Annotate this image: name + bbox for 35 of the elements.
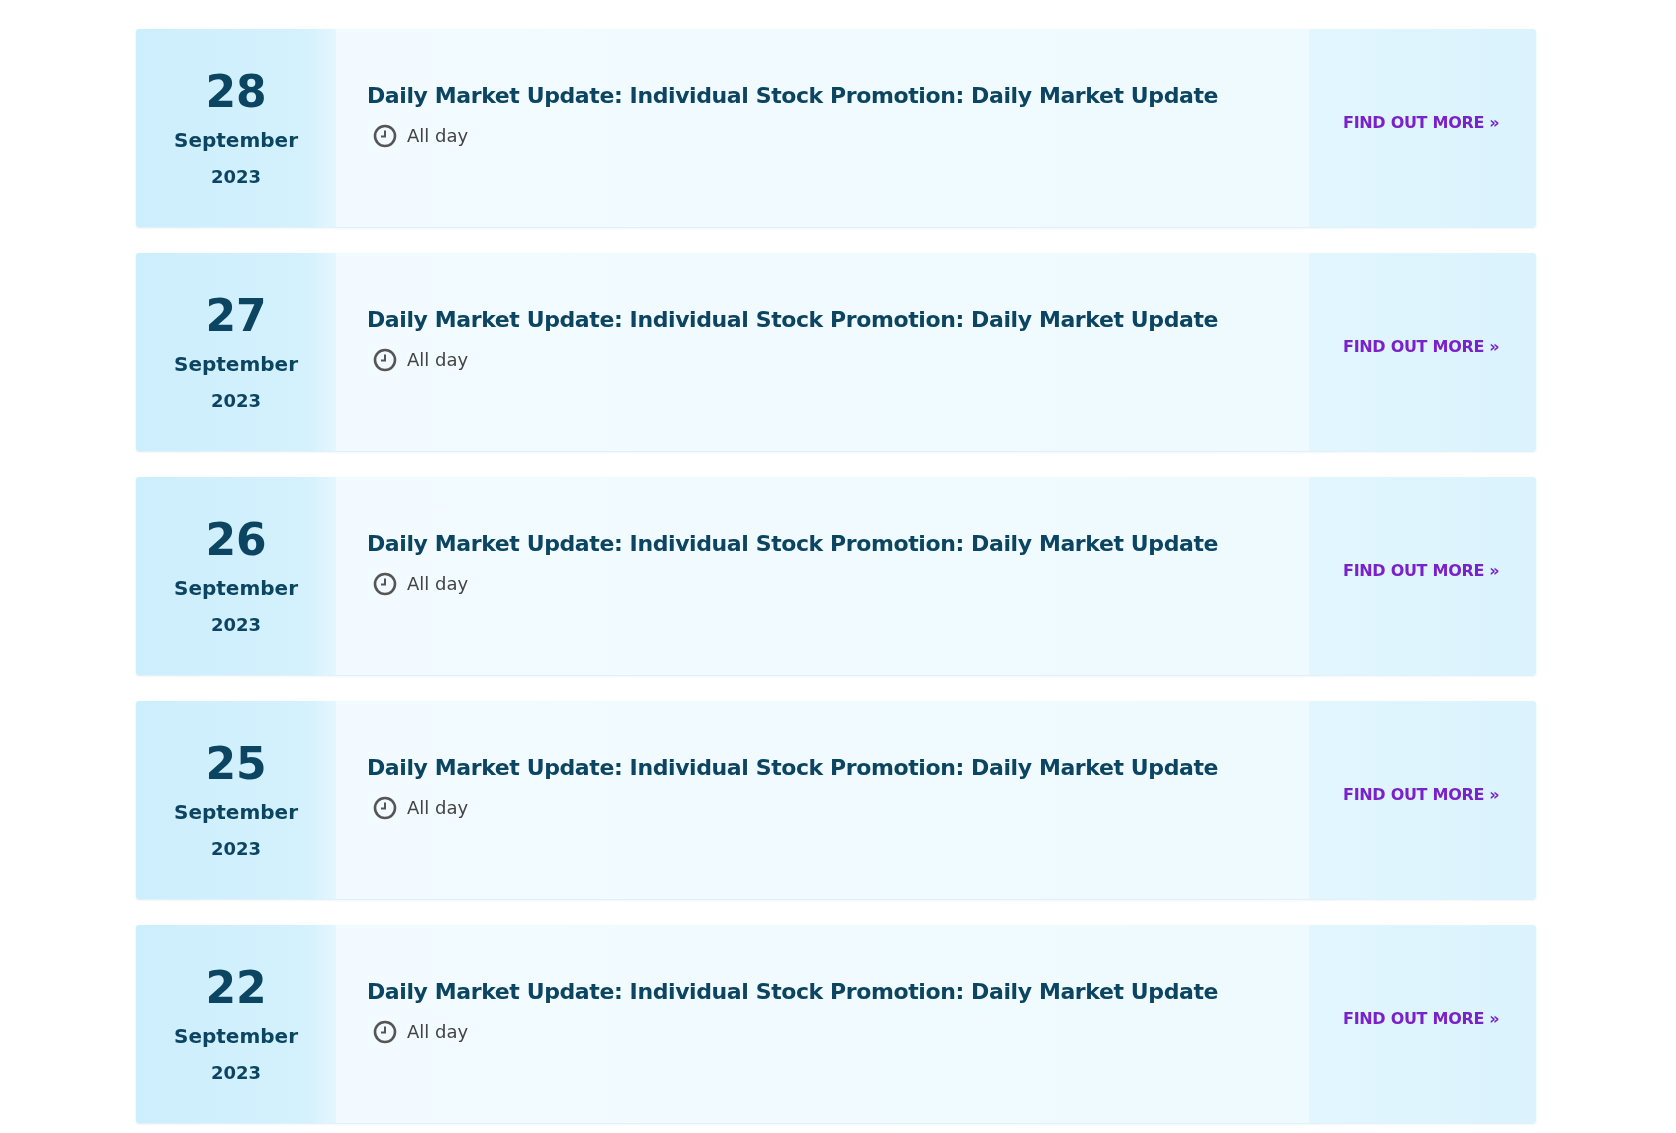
event-day: 28 bbox=[205, 69, 267, 114]
event-month: September bbox=[174, 575, 298, 600]
event-day: 27 bbox=[205, 293, 267, 338]
clock-icon bbox=[373, 123, 397, 148]
event-title: Daily Market Update: Individual Stock Promotion: Daily Market Update bbox=[367, 82, 1220, 108]
event-year: 2023 bbox=[210, 389, 262, 411]
event-title: Daily Market Update: Individual Stock Promotion: Daily Market Update bbox=[367, 530, 1220, 556]
event-year: 2023 bbox=[210, 837, 262, 859]
find-out-more-link[interactable]: FIND OUT MORE » bbox=[1343, 560, 1500, 580]
event-title: Daily Market Update: Individual Stock Promotion: Daily Market Update bbox=[367, 754, 1220, 780]
find-out-more-link[interactable]: FIND OUT MORE » bbox=[1343, 112, 1500, 132]
event-time: All day bbox=[407, 125, 469, 146]
event-time: All day bbox=[407, 1021, 469, 1042]
event-year: 2023 bbox=[210, 1061, 262, 1083]
event-day: 22 bbox=[205, 965, 267, 1010]
event-year: 2023 bbox=[210, 165, 262, 187]
clock-icon bbox=[373, 347, 397, 372]
find-out-more-link[interactable]: FIND OUT MORE » bbox=[1343, 336, 1500, 356]
event-month: September bbox=[174, 1023, 298, 1048]
event-time: All day bbox=[407, 349, 469, 370]
find-out-more-link[interactable]: FIND OUT MORE » bbox=[1343, 1008, 1500, 1028]
clock-icon bbox=[373, 571, 397, 596]
event-year: 2023 bbox=[210, 613, 262, 635]
event-title: Daily Market Update: Individual Stock Promotion: Daily Market Update bbox=[367, 978, 1220, 1004]
event-time: All day bbox=[407, 797, 469, 818]
find-out-more-link[interactable]: FIND OUT MORE » bbox=[1343, 784, 1500, 804]
event-time: All day bbox=[407, 573, 469, 594]
event-day: 25 bbox=[205, 741, 267, 786]
event-month: September bbox=[174, 799, 298, 824]
event-month: September bbox=[174, 351, 298, 376]
clock-icon bbox=[373, 795, 397, 820]
event-title: Daily Market Update: Individual Stock Promotion: Daily Market Update bbox=[367, 306, 1220, 332]
event-month: September bbox=[174, 127, 298, 152]
event-day: 26 bbox=[205, 517, 267, 562]
clock-icon bbox=[373, 1019, 397, 1044]
